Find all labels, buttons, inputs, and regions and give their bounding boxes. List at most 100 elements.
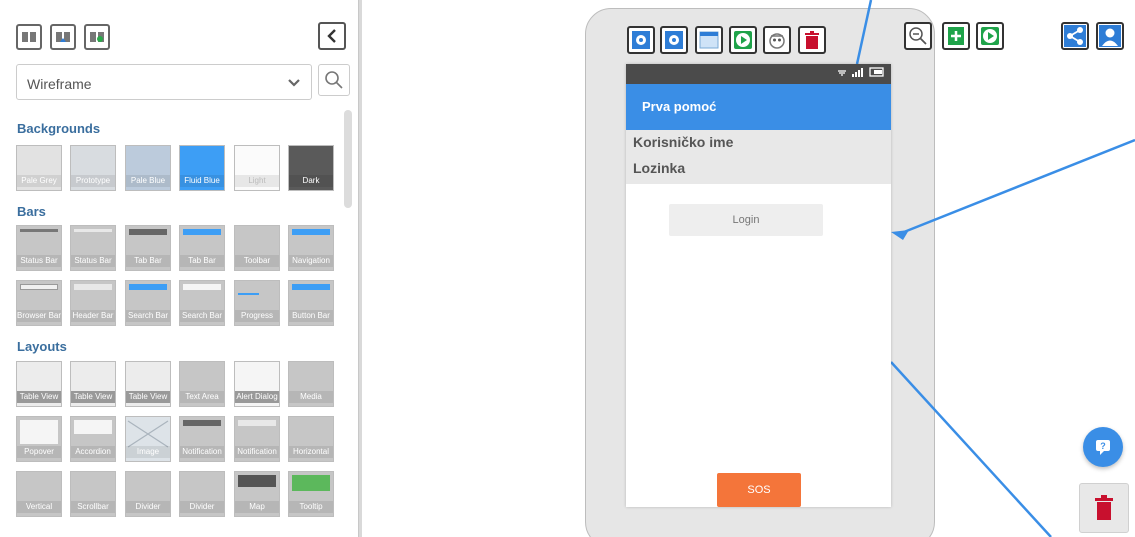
search-bar-preview xyxy=(129,284,167,290)
screen-settings-button[interactable] xyxy=(627,26,655,54)
tile-tab-bar[interactable]: Tab Bar xyxy=(125,225,171,271)
image-placeholder-icon xyxy=(127,420,169,448)
battery-icon xyxy=(869,67,884,77)
sos-button[interactable]: SOS xyxy=(717,473,801,507)
browser-bar-preview xyxy=(20,284,58,290)
section-title-layouts: Layouts xyxy=(17,339,67,354)
import-button[interactable] xyxy=(50,24,76,50)
tile-map[interactable]: Map xyxy=(234,471,280,517)
tile-table-view-3[interactable]: Table View xyxy=(125,361,171,407)
search-button[interactable] xyxy=(318,64,350,96)
screen-view-button[interactable] xyxy=(660,26,688,54)
phone-screen[interactable]: Prva pomoć Korisničko ime Lozinka Login … xyxy=(626,64,891,507)
tile-accordion[interactable]: Accordion xyxy=(70,416,116,462)
username-row[interactable]: Korisničko ime xyxy=(633,134,733,150)
design-canvas[interactable]: Prva pomoć Korisničko ime Lozinka Login … xyxy=(363,0,1135,537)
tile-fluid-blue[interactable]: Fluid Blue xyxy=(179,145,225,191)
import-icon xyxy=(56,32,70,42)
zoom-out-icon xyxy=(909,27,927,45)
screen-play-button[interactable] xyxy=(729,26,757,54)
panel-scrollbar[interactable] xyxy=(344,110,352,208)
refresh-icon xyxy=(90,32,104,42)
theme-select[interactable]: Wireframe xyxy=(16,64,312,100)
tile-navigation[interactable]: Navigation xyxy=(288,225,334,271)
chevron-down-icon xyxy=(288,79,300,87)
tile-tab-bar-2[interactable]: Tab Bar xyxy=(179,225,225,271)
tile-vertical[interactable]: Vertical xyxy=(16,471,62,517)
window-icon xyxy=(699,31,719,49)
arrowhead-icon xyxy=(891,230,909,240)
accordion-preview xyxy=(74,420,112,434)
add-screen-button[interactable] xyxy=(942,22,970,50)
share-icon xyxy=(1064,25,1086,47)
tile-pale-grey[interactable]: Pale Grey xyxy=(16,145,62,191)
tile-prototype[interactable]: Prototype xyxy=(70,145,116,191)
tile-toolbar[interactable]: Toolbar xyxy=(234,225,280,271)
tile-horizontal[interactable]: Horizontal xyxy=(288,416,334,462)
tile-search-bar-2[interactable]: Search Bar xyxy=(179,280,225,326)
widget-library-panel: Wireframe Backgrounds Pale Grey Prototyp… xyxy=(0,0,356,537)
tile-notification[interactable]: Notification xyxy=(179,416,225,462)
header-bar-preview xyxy=(74,284,112,290)
tile-image[interactable]: Image xyxy=(125,416,171,462)
progress-preview xyxy=(238,293,259,295)
play-icon xyxy=(734,31,752,49)
tile-divider-2[interactable]: Divider xyxy=(179,471,225,517)
tile-table-view-2[interactable]: Table View xyxy=(70,361,116,407)
notification-preview xyxy=(238,420,276,426)
help-button[interactable]: ? xyxy=(1083,427,1123,467)
tile-tooltip[interactable]: Tooltip xyxy=(288,471,334,517)
app-window: Wireframe Backgrounds Pale Grey Prototyp… xyxy=(0,0,1135,537)
tile-search-bar[interactable]: Search Bar xyxy=(125,280,171,326)
section-title-bars: Bars xyxy=(17,204,46,219)
tile-scrollbar[interactable]: Scrollbar xyxy=(70,471,116,517)
search-icon xyxy=(325,71,343,89)
refresh-button[interactable] xyxy=(84,24,110,50)
tile-status-bar-2[interactable]: Status Bar xyxy=(70,225,116,271)
zoom-out-button[interactable] xyxy=(904,22,932,50)
tile-alert-dialog[interactable]: Alert Dialog xyxy=(234,361,280,407)
status-bar-preview xyxy=(74,229,112,232)
phone-nav-title: Prva pomoć xyxy=(642,99,717,114)
tooltip-preview xyxy=(292,475,330,491)
tile-status-bar[interactable]: Status Bar xyxy=(16,225,62,271)
tile-divider[interactable]: Divider xyxy=(125,471,171,517)
tile-header-bar[interactable]: Header Bar xyxy=(70,280,116,326)
phone-status-bar xyxy=(626,64,891,84)
signal-icon xyxy=(852,68,863,77)
tile-table-view[interactable]: Table View xyxy=(16,361,62,407)
tile-pale-blue[interactable]: Pale Blue xyxy=(125,145,171,191)
tile-notification-2[interactable]: Notification xyxy=(234,416,280,462)
status-bar-preview xyxy=(20,229,58,232)
screen-window-button[interactable] xyxy=(695,26,723,54)
tile-button-bar[interactable]: Button Bar xyxy=(288,280,334,326)
book-button[interactable] xyxy=(16,24,42,50)
screen-preview-button[interactable] xyxy=(763,26,791,54)
panel-divider[interactable] xyxy=(358,0,362,537)
tab-bar-preview xyxy=(183,229,221,235)
tile-text-area[interactable]: Text Area xyxy=(179,361,225,407)
share-button[interactable] xyxy=(1061,22,1089,50)
tile-dark[interactable]: Dark xyxy=(288,145,334,191)
section-title-backgrounds: Backgrounds xyxy=(17,121,101,136)
screen-delete-button[interactable] xyxy=(798,26,826,54)
add-screen-icon xyxy=(948,27,964,45)
collapse-panel-button[interactable] xyxy=(318,22,346,50)
popover-preview xyxy=(20,420,58,444)
tile-browser-bar[interactable]: Browser Bar xyxy=(16,280,62,326)
run-button[interactable] xyxy=(976,22,1004,50)
phone-nav-bar[interactable]: Prva pomoć xyxy=(626,84,891,130)
search-bar-preview xyxy=(183,284,221,290)
wifi-icon xyxy=(838,70,846,76)
tile-progress[interactable]: Progress xyxy=(234,280,280,326)
password-row[interactable]: Lozinka xyxy=(633,160,685,176)
theme-select-value: Wireframe xyxy=(27,76,92,92)
login-button[interactable]: Login xyxy=(669,204,823,236)
delete-drop-zone[interactable] xyxy=(1079,483,1129,533)
user-button[interactable] xyxy=(1096,22,1124,50)
tile-popover[interactable]: Popover xyxy=(16,416,62,462)
user-icon xyxy=(1099,25,1121,47)
tile-media[interactable]: Media xyxy=(288,361,334,407)
tile-light[interactable]: Light xyxy=(234,145,280,191)
button-bar-preview xyxy=(292,284,330,290)
